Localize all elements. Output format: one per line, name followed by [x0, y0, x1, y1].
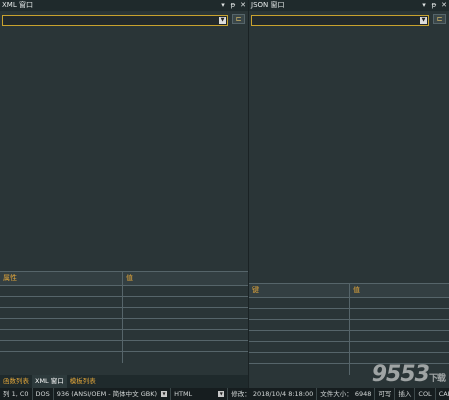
status-insert-mode[interactable]: 插入 — [395, 388, 416, 400]
pin-icon[interactable]: ᵽ — [230, 0, 236, 11]
tab-xml-window[interactable]: XML 窗口 — [32, 375, 67, 388]
status-syntax[interactable]: HTML ▼ — [171, 388, 229, 400]
json-grid-col-value[interactable]: 值 — [353, 284, 360, 297]
status-encoding-name: (ANSI/OEM - 简体中文 GBK) — [71, 390, 158, 398]
status-line-ending[interactable]: DOS — [33, 388, 54, 400]
table-row[interactable] — [0, 319, 248, 330]
open-folder-button[interactable]: ⊏ — [433, 14, 446, 24]
json-window-titlebar: JSON 窗口 ▾ ᵽ ✕ — [249, 0, 449, 11]
xml-grid-col-value[interactable]: 值 — [126, 272, 133, 285]
table-row[interactable] — [0, 341, 248, 352]
status-filesize: 文件大小： 6948 — [317, 388, 376, 400]
watermark-sub: 下载 — [428, 374, 446, 384]
dropdown-icon[interactable]: ▾ — [220, 0, 226, 11]
status-codepage-number: 936 — [56, 390, 70, 398]
table-row[interactable] — [0, 297, 248, 308]
json-window-panel: JSON 窗口 ▾ ᵽ ✕ ▼ ⊏ 键 值 — [249, 0, 449, 388]
table-row[interactable] — [249, 320, 449, 331]
json-grid-col-key[interactable]: 键 — [252, 284, 259, 297]
status-codepage[interactable]: 936 (ANSI/OEM - 简体中文 GBK) ▼ — [54, 388, 172, 400]
table-row[interactable] — [249, 331, 449, 342]
open-folder-button[interactable]: ⊏ — [232, 14, 245, 24]
watermark-main: 9553 — [371, 362, 430, 387]
table-row[interactable] — [0, 308, 248, 319]
xml-window-titlebar: XML 窗口 ▾ ᵽ ✕ — [0, 0, 248, 11]
json-grid-header: 键 值 — [249, 284, 449, 298]
xml-attribute-grid: 属性 值 — [0, 271, 248, 376]
table-row[interactable] — [249, 309, 449, 320]
table-row[interactable] — [249, 298, 449, 309]
status-writable[interactable]: 可写 — [375, 388, 396, 400]
xml-grid-col-attribute[interactable]: 属性 — [3, 272, 17, 285]
tab-template-list[interactable]: 模板列表 — [67, 375, 99, 388]
json-window-title: JSON 窗口 — [251, 1, 285, 9]
column-divider[interactable] — [349, 284, 350, 297]
bottom-tab-strip: 函数列表 XML 窗口 模板列表 — [0, 375, 248, 388]
xml-path-combo[interactable]: ▼ — [2, 15, 228, 26]
xml-window-title: XML 窗口 — [2, 1, 33, 9]
table-row[interactable] — [0, 352, 248, 363]
table-row[interactable] — [249, 342, 449, 353]
chevron-down-icon[interactable]: ▼ — [218, 391, 225, 397]
xml-grid-header: 属性 值 — [0, 272, 248, 286]
status-caps: CAP — [438, 390, 449, 398]
close-icon[interactable]: ✕ — [441, 0, 447, 11]
folder-icon: ⊏ — [235, 15, 242, 23]
folder-icon: ⊏ — [436, 15, 443, 23]
xml-window-panel: XML 窗口 ▾ ᵽ ✕ ▼ ⊏ 属性 值 函数列表 XML 窗口 模板列表 — [0, 0, 249, 388]
tab-function-list[interactable]: 函数列表 — [0, 375, 32, 388]
close-icon[interactable]: ✕ — [240, 0, 246, 11]
table-row[interactable] — [0, 286, 248, 297]
chevron-down-icon[interactable]: ▼ — [219, 17, 226, 24]
table-row[interactable] — [0, 330, 248, 341]
status-modified: 修改： 2018/10/4 8:18:00 — [228, 388, 318, 400]
status-syntax-label: HTML — [174, 390, 193, 398]
status-col-mode[interactable]: COL — [415, 388, 436, 400]
watermark-logo: 9553下载 — [371, 362, 446, 387]
status-cursor-position: 列 1, C0 — [0, 388, 33, 400]
column-divider[interactable] — [122, 272, 123, 285]
json-path-combo[interactable]: ▼ — [251, 15, 429, 26]
pin-icon[interactable]: ᵽ — [431, 0, 437, 11]
dropdown-icon[interactable]: ▾ — [421, 0, 427, 11]
chevron-down-icon[interactable]: ▼ — [161, 391, 168, 397]
chevron-down-icon[interactable]: ▼ — [420, 17, 427, 24]
status-bar: 列 1, C0 DOS 936 (ANSI/OEM - 简体中文 GBK) ▼ … — [0, 388, 449, 400]
